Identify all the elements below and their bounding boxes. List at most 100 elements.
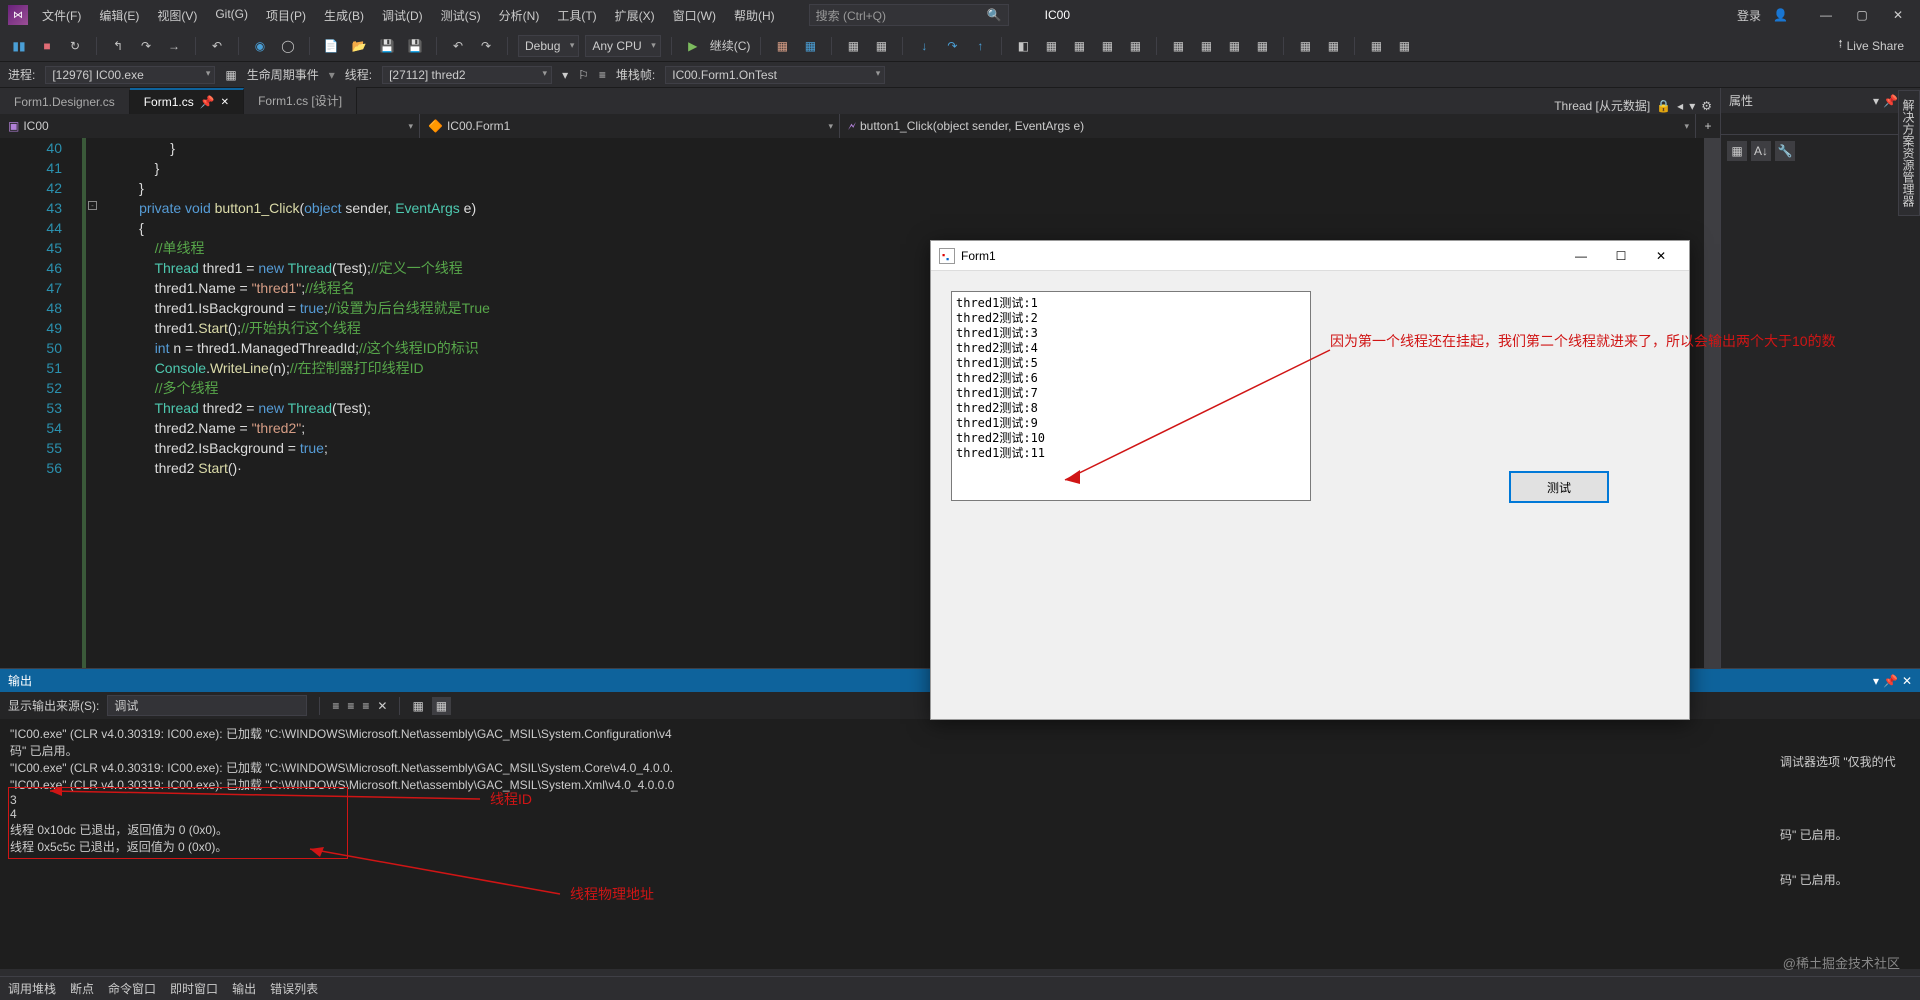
process-dropdown[interactable]: [12976] IC00.exe bbox=[45, 66, 215, 84]
tab-ctrl-1[interactable]: ◂ bbox=[1677, 99, 1683, 113]
step-out-button[interactable]: ↰ bbox=[107, 35, 129, 57]
menu-extensions[interactable]: 扩展(X) bbox=[607, 3, 663, 28]
tb-group-11[interactable]: ▦ bbox=[1365, 35, 1387, 57]
stackframe-dropdown[interactable]: IC00.Form1.OnTest bbox=[665, 66, 885, 84]
menu-analyze[interactable]: 分析(N) bbox=[491, 3, 548, 28]
menu-build[interactable]: 生成(B) bbox=[316, 3, 372, 28]
live-share-button[interactable]: ⭫ Live Share bbox=[1830, 33, 1912, 58]
continue-icon[interactable]: ▶ bbox=[682, 35, 704, 57]
prop-az-icon[interactable]: A↓ bbox=[1751, 141, 1771, 161]
collapse-icon[interactable]: - bbox=[88, 201, 97, 210]
close-button[interactable]: ✕ bbox=[1884, 4, 1912, 26]
tb-group-12[interactable]: ▦ bbox=[1393, 35, 1415, 57]
tb-group-2[interactable]: ▦ bbox=[1068, 35, 1090, 57]
panel-dd-icon[interactable]: ▾ bbox=[1873, 94, 1879, 108]
menu-project[interactable]: 项目(P) bbox=[258, 3, 314, 28]
sb-command[interactable]: 命令窗口 bbox=[108, 980, 156, 997]
form1-min-button[interactable]: — bbox=[1561, 245, 1601, 267]
navbar-method[interactable]: 🗲 button1_Click(object sender, EventArgs… bbox=[840, 114, 1696, 138]
tb-group-6[interactable]: ▦ bbox=[1195, 35, 1217, 57]
minimize-button[interactable]: — bbox=[1812, 4, 1840, 26]
tb-icon-3[interactable]: ▦ bbox=[842, 35, 864, 57]
sb-errorlist[interactable]: 错误列表 bbox=[270, 980, 318, 997]
sb-breakpoints[interactable]: 断点 bbox=[70, 980, 94, 997]
navbar-class[interactable]: 🔶 IC00.Form1 bbox=[420, 114, 840, 138]
tb-icon-2[interactable]: ▦ bbox=[799, 35, 821, 57]
tab-form1cs[interactable]: Form1.cs 📌✕ bbox=[130, 88, 244, 114]
output-pin-icon[interactable]: 📌 bbox=[1883, 674, 1898, 688]
redo-button[interactable]: ↷ bbox=[475, 35, 497, 57]
output-src-dropdown[interactable]: 调试 bbox=[107, 695, 307, 716]
vertical-scrollbar[interactable] bbox=[1704, 138, 1720, 668]
config-dropdown[interactable]: Debug bbox=[518, 35, 579, 57]
menu-tools[interactable]: 工具(T) bbox=[549, 3, 604, 28]
tb-group-10[interactable]: ▦ bbox=[1322, 35, 1344, 57]
menu-help[interactable]: 帮助(H) bbox=[726, 3, 783, 28]
prop-wrench-icon[interactable]: 🔧 bbox=[1775, 141, 1795, 161]
output-dd-icon[interactable]: ▾ bbox=[1873, 674, 1879, 688]
preview-tab-label[interactable]: Thread [从元数据] bbox=[1554, 97, 1650, 114]
restart-button[interactable]: ↻ bbox=[64, 35, 86, 57]
nav-back-button[interactable]: ◉ bbox=[249, 35, 271, 57]
tb-group-3[interactable]: ▦ bbox=[1096, 35, 1118, 57]
menu-debug[interactable]: 调试(D) bbox=[374, 3, 431, 28]
stop-button[interactable]: ■ bbox=[36, 35, 58, 57]
out-tb-3[interactable]: ≡ bbox=[362, 699, 369, 713]
output-text[interactable]: "IC00.exe" (CLR v4.0.30319: IC00.exe): 已… bbox=[0, 719, 1920, 969]
menu-git[interactable]: Git(G) bbox=[207, 3, 256, 28]
save-all-button[interactable]: 💾 bbox=[404, 35, 426, 57]
solution-explorer-tab[interactable]: 解决方案资源管理器 bbox=[1898, 90, 1920, 216]
form1-test-button[interactable]: 测试 bbox=[1509, 471, 1609, 503]
show-next-button[interactable]: → bbox=[163, 35, 185, 57]
tab-designer[interactable]: Form1.Designer.cs bbox=[0, 90, 130, 114]
bookmark-icon[interactable]: ◧ bbox=[1012, 35, 1034, 57]
properties-dropdown[interactable] bbox=[1721, 113, 1920, 135]
out-tb-6[interactable]: ▦ bbox=[432, 697, 451, 715]
step-over-icon[interactable]: ↷ bbox=[941, 35, 963, 57]
tab-settings-icon[interactable]: ⚙ bbox=[1701, 99, 1712, 113]
save-button[interactable]: 💾 bbox=[376, 35, 398, 57]
form1-window[interactable]: ▪▪ Form1 — ☐ ✕ thred1测试:1 thred2测试:2 thr… bbox=[930, 240, 1690, 720]
maximize-button[interactable]: ▢ bbox=[1848, 4, 1876, 26]
tb-icon-1[interactable]: ▦ bbox=[771, 35, 793, 57]
sb-callstack[interactable]: 调用堆栈 bbox=[8, 980, 56, 997]
tb-d3[interactable]: ≡ bbox=[599, 68, 606, 82]
user-icon[interactable]: 👤 bbox=[1773, 8, 1788, 22]
tab-design[interactable]: Form1.cs [设计] bbox=[244, 87, 357, 114]
menu-window[interactable]: 窗口(W) bbox=[665, 3, 724, 28]
tb-d1[interactable]: ▾ bbox=[562, 68, 568, 82]
prop-cat-icon[interactable]: ▦ bbox=[1727, 141, 1747, 161]
out-tb-5[interactable]: ▦ bbox=[412, 699, 423, 713]
form1-max-button[interactable]: ☐ bbox=[1601, 245, 1641, 267]
undo-button[interactable]: ↶ bbox=[206, 35, 228, 57]
step-into-icon[interactable]: ↓ bbox=[913, 35, 935, 57]
tb-group-7[interactable]: ▦ bbox=[1223, 35, 1245, 57]
menu-file[interactable]: 文件(F) bbox=[34, 3, 89, 28]
panel-pin-icon[interactable]: 📌 bbox=[1883, 94, 1898, 108]
platform-dropdown[interactable]: Any CPU bbox=[585, 35, 660, 57]
tb-icon-4[interactable]: ▦ bbox=[870, 35, 892, 57]
undo2-button[interactable]: ↶ bbox=[447, 35, 469, 57]
tb-group-8[interactable]: ▦ bbox=[1251, 35, 1273, 57]
tb-d2[interactable]: ⚐ bbox=[578, 68, 589, 82]
tb-group-4[interactable]: ▦ bbox=[1124, 35, 1146, 57]
out-tb-2[interactable]: ≡ bbox=[347, 699, 354, 713]
login-link[interactable]: 登录 bbox=[1737, 7, 1761, 24]
step-out-icon[interactable]: ↑ bbox=[969, 35, 991, 57]
thread-dropdown[interactable]: [27112] thred2 bbox=[382, 66, 552, 84]
out-tb-4[interactable]: ✕ bbox=[377, 699, 387, 713]
menu-edit[interactable]: 编辑(E) bbox=[91, 3, 147, 28]
form1-listbox[interactable]: thred1测试:1 thred2测试:2 thred1测试:3 thred2测… bbox=[951, 291, 1311, 501]
new-button[interactable]: 📄 bbox=[320, 35, 342, 57]
pin-icon[interactable]: 📌 bbox=[200, 95, 215, 109]
form1-close-button[interactable]: ✕ bbox=[1641, 245, 1681, 267]
sb-output[interactable]: 输出 bbox=[232, 980, 256, 997]
pause-button[interactable]: ▮▮ bbox=[8, 35, 30, 57]
navbar-add-button[interactable]: + bbox=[1696, 114, 1720, 138]
search-input[interactable]: 搜索 (Ctrl+Q) 🔍 bbox=[809, 4, 1009, 26]
close-icon[interactable]: ✕ bbox=[221, 97, 229, 108]
step-over-button[interactable]: ↷ bbox=[135, 35, 157, 57]
form1-titlebar[interactable]: ▪▪ Form1 — ☐ ✕ bbox=[931, 241, 1689, 271]
tb-group-5[interactable]: ▦ bbox=[1167, 35, 1189, 57]
out-tb-1[interactable]: ≡ bbox=[332, 699, 339, 713]
